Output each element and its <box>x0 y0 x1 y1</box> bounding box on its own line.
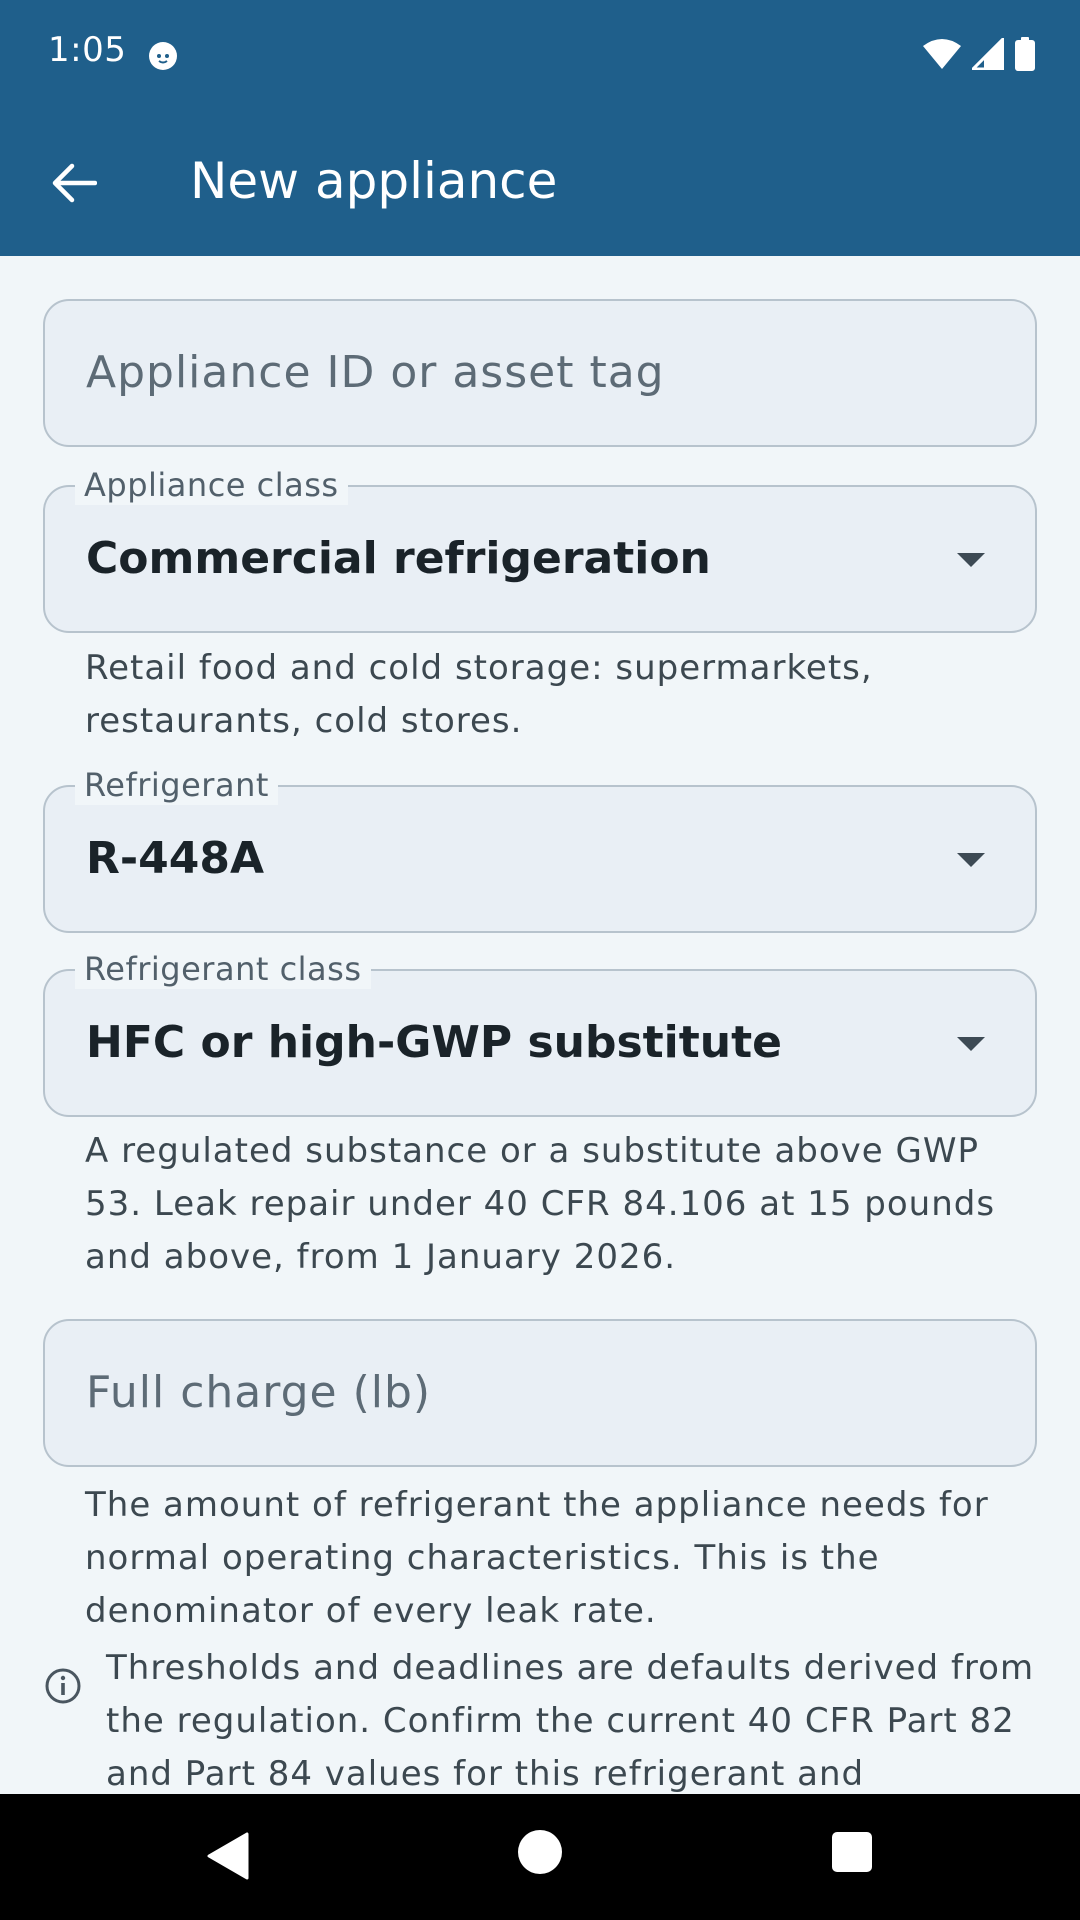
back-button[interactable] <box>34 150 114 216</box>
refrigerant-class-helper: A regulated substance or a substitute ab… <box>85 1131 996 1277</box>
refrigerant-value: R-448A <box>86 833 265 884</box>
appliance-id-field[interactable]: Appliance ID or asset tag <box>43 299 1037 447</box>
status-bar: 1:05 <box>0 0 1080 110</box>
nav-home-button[interactable] <box>518 1830 562 1874</box>
page-title: New appliance <box>190 152 558 210</box>
dropdown-arrow-icon[interactable] <box>957 553 985 567</box>
appliance-class-label: Appliance class <box>75 465 348 505</box>
app-bar: New appliance <box>0 110 1080 256</box>
nav-back-icon[interactable] <box>206 1832 250 1880</box>
appliance-class-helper: Retail food and cold storage: supermarke… <box>85 648 873 741</box>
battery-icon <box>1015 37 1035 71</box>
status-icons <box>922 36 1036 72</box>
refrigerant-class-value: HFC or high-GWP substitute <box>86 1017 782 1068</box>
arrow-back-icon <box>52 163 97 203</box>
navigation-bar <box>0 1794 1080 1920</box>
full-charge-placeholder: Full charge (lb) <box>86 1367 432 1418</box>
appliance-id-placeholder: Appliance ID or asset tag <box>86 347 665 398</box>
refrigerant-select[interactable]: Refrigerant R-448A <box>43 765 1037 933</box>
full-charge-field[interactable]: Full charge (lb) <box>43 1319 1037 1467</box>
appliance-class-value: Commercial refrigeration <box>86 533 711 584</box>
appliance-class-select[interactable]: Appliance class Commercial refrigeration <box>43 465 1037 633</box>
info-icon <box>45 1668 81 1704</box>
info-note: Thresholds and deadlines are defaults de… <box>106 1648 1035 1794</box>
refrigerant-class-label: Refrigerant class <box>75 949 371 989</box>
nav-recents-button[interactable] <box>832 1832 872 1872</box>
refrigerant-label: Refrigerant <box>75 765 278 805</box>
refrigerant-class-select[interactable]: Refrigerant class HFC or high-GWP substi… <box>43 949 1037 1117</box>
cat-notification-icon <box>149 42 177 70</box>
full-charge-helper: The amount of refrigerant the appliance … <box>85 1485 989 1631</box>
dropdown-arrow-icon[interactable] <box>957 853 985 867</box>
dropdown-arrow-icon[interactable] <box>957 1037 985 1051</box>
signal-icon <box>972 38 1004 70</box>
status-time: 1:05 <box>48 30 127 70</box>
wifi-icon <box>923 39 961 69</box>
form-content: Appliance ID or asset tag Appliance clas… <box>0 256 1080 1794</box>
